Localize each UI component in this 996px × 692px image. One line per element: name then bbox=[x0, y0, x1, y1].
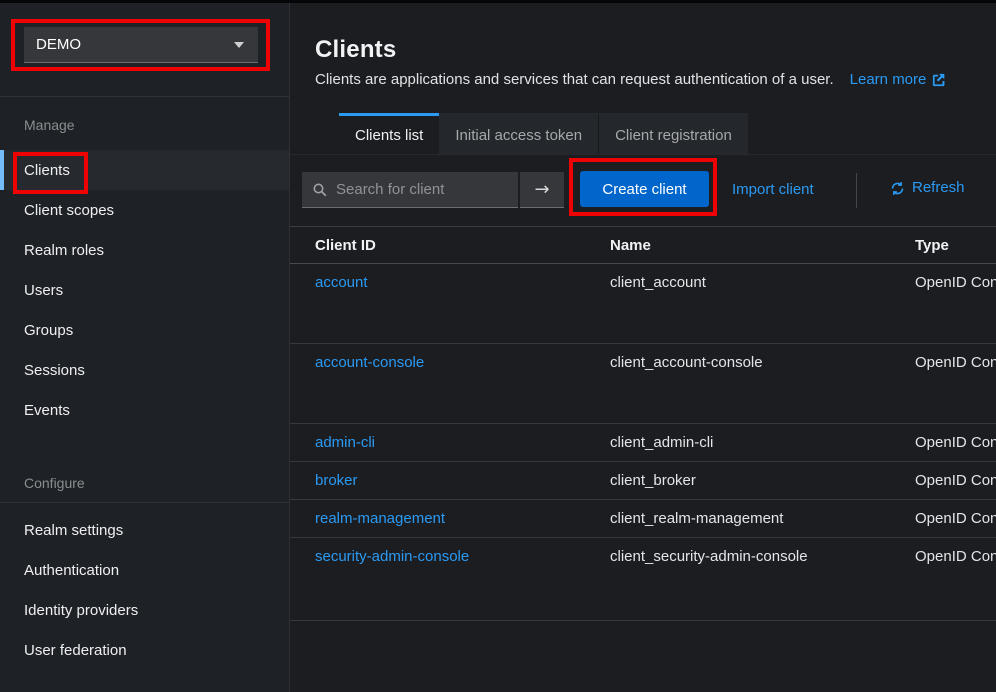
toolbar: → Create client Import client Refresh bbox=[290, 155, 996, 227]
sidebar-item-groups[interactable]: Groups bbox=[0, 310, 289, 350]
sidebar-item-realm-roles[interactable]: Realm roles bbox=[0, 230, 289, 270]
tab-bar: Clients listInitial access tokenClient r… bbox=[290, 113, 996, 155]
sidebar-item-clients[interactable]: Clients bbox=[0, 150, 289, 190]
section-label-manage: Manage bbox=[24, 117, 289, 133]
create-client-button[interactable]: Create client bbox=[580, 171, 709, 207]
table-row-realm-management: realm-management client_realm-managementO… bbox=[290, 500, 996, 538]
table-row-security-admin-console: security-admin-console client_security-ad… bbox=[290, 538, 996, 621]
table-body: accountclient_accountOpenID Connectaccou… bbox=[290, 264, 996, 621]
client-id-link[interactable]: realm-management bbox=[315, 510, 445, 527]
clients-table: Client IDNameType accountclient_accountO… bbox=[290, 227, 996, 621]
client-id-link[interactable]: account-console bbox=[315, 354, 424, 371]
client-id-link[interactable]: broker bbox=[315, 472, 358, 489]
sidebar: DEMO Manage ClientsClient scopesRealm rol… bbox=[0, 3, 290, 692]
page-title: Clients bbox=[315, 36, 396, 64]
tab-client-registration[interactable]: Client registration bbox=[598, 113, 748, 154]
refresh-link[interactable]: Refresh bbox=[890, 180, 965, 196]
external-link-icon bbox=[932, 73, 946, 87]
column-header-name: Name bbox=[610, 237, 915, 254]
client-name-cell: client_security-admin-console bbox=[610, 548, 915, 565]
search-submit-button[interactable]: → bbox=[520, 172, 564, 208]
table-header: Client IDNameType bbox=[290, 227, 996, 264]
refresh-label: Refresh bbox=[912, 180, 965, 196]
page-description-row: Clients are applications and services th… bbox=[315, 71, 946, 88]
table-row-broker: broker client_brokerOpenID Connect bbox=[290, 462, 996, 500]
section-label-configure: Configure bbox=[24, 475, 289, 491]
realm-name: DEMO bbox=[36, 36, 81, 53]
search-input[interactable] bbox=[302, 172, 518, 208]
tab-clients-list[interactable]: Clients list bbox=[339, 113, 439, 154]
client-name-cell: client_admin-cli bbox=[610, 434, 915, 451]
sidebar-item-user-federation[interactable]: User federation bbox=[0, 630, 289, 670]
nav-section-configure: Configure Realm settingsAuthenticationIde… bbox=[0, 475, 289, 670]
realm-selector-area: DEMO bbox=[0, 3, 289, 97]
nav-section-divider bbox=[0, 502, 289, 503]
learn-more-label: Learn more bbox=[850, 71, 927, 88]
sidebar-item-sessions[interactable]: Sessions bbox=[0, 350, 289, 390]
page-description: Clients are applications and services th… bbox=[315, 71, 834, 88]
arrow-right-icon: → bbox=[534, 179, 549, 200]
import-client-link[interactable]: Import client bbox=[732, 181, 814, 198]
search-group: → bbox=[302, 172, 564, 208]
sidebar-nav: ManageClientsClient scopesRealm rolesUse… bbox=[0, 117, 289, 670]
client-id-link[interactable]: security-admin-console bbox=[315, 548, 469, 565]
sidebar-item-identity-providers[interactable]: Identity providers bbox=[0, 590, 289, 630]
client-id-link[interactable]: account bbox=[315, 274, 368, 291]
client-name-cell: client_account bbox=[610, 274, 915, 291]
nav-section-manage: Manage ClientsClient scopesRealm rolesUse… bbox=[0, 117, 289, 430]
client-type-cell: OpenID Connect bbox=[915, 274, 996, 291]
client-name-cell: client_realm-management bbox=[610, 510, 915, 527]
learn-more-link[interactable]: Learn more bbox=[850, 71, 947, 88]
realm-selector-dropdown[interactable]: DEMO bbox=[24, 27, 258, 63]
column-header-type: Type bbox=[915, 237, 996, 254]
table-row-account: account client_accountOpenID Connect bbox=[290, 264, 996, 344]
table-row-admin-cli: admin-cli client_admin-cliOpenID Connect bbox=[290, 424, 996, 462]
sidebar-item-events[interactable]: Events bbox=[0, 390, 289, 430]
client-type-cell: OpenID Connect bbox=[915, 434, 996, 451]
client-name-cell: client_account-console bbox=[610, 354, 915, 371]
client-id-link[interactable]: admin-cli bbox=[315, 434, 375, 451]
sidebar-item-users[interactable]: Users bbox=[0, 270, 289, 310]
client-type-cell: OpenID Connect bbox=[915, 548, 996, 565]
sidebar-item-authentication[interactable]: Authentication bbox=[0, 550, 289, 590]
client-type-cell: OpenID Connect bbox=[915, 472, 996, 489]
table-row-account-console: account-console client_account-consoleOpe… bbox=[290, 344, 996, 424]
column-header-client-id: Client ID bbox=[315, 237, 610, 254]
client-type-cell: OpenID Connect bbox=[915, 354, 996, 371]
search-icon bbox=[312, 182, 328, 198]
client-name-cell: client_broker bbox=[610, 472, 915, 489]
tab-initial-access-token[interactable]: Initial access token bbox=[439, 113, 598, 154]
keycloak-admin-console: DEMO ManageClientsClient scopesRealm rol… bbox=[0, 0, 996, 692]
sidebar-item-realm-settings[interactable]: Realm settings bbox=[0, 510, 289, 550]
chevron-down-icon bbox=[234, 42, 244, 48]
client-type-cell: OpenID Connect bbox=[915, 510, 996, 527]
sidebar-item-client-scopes[interactable]: Client scopes bbox=[0, 190, 289, 230]
toolbar-divider bbox=[856, 173, 857, 208]
refresh-icon bbox=[890, 181, 905, 196]
main-content: Clients Clients are applications and ser… bbox=[290, 3, 996, 692]
